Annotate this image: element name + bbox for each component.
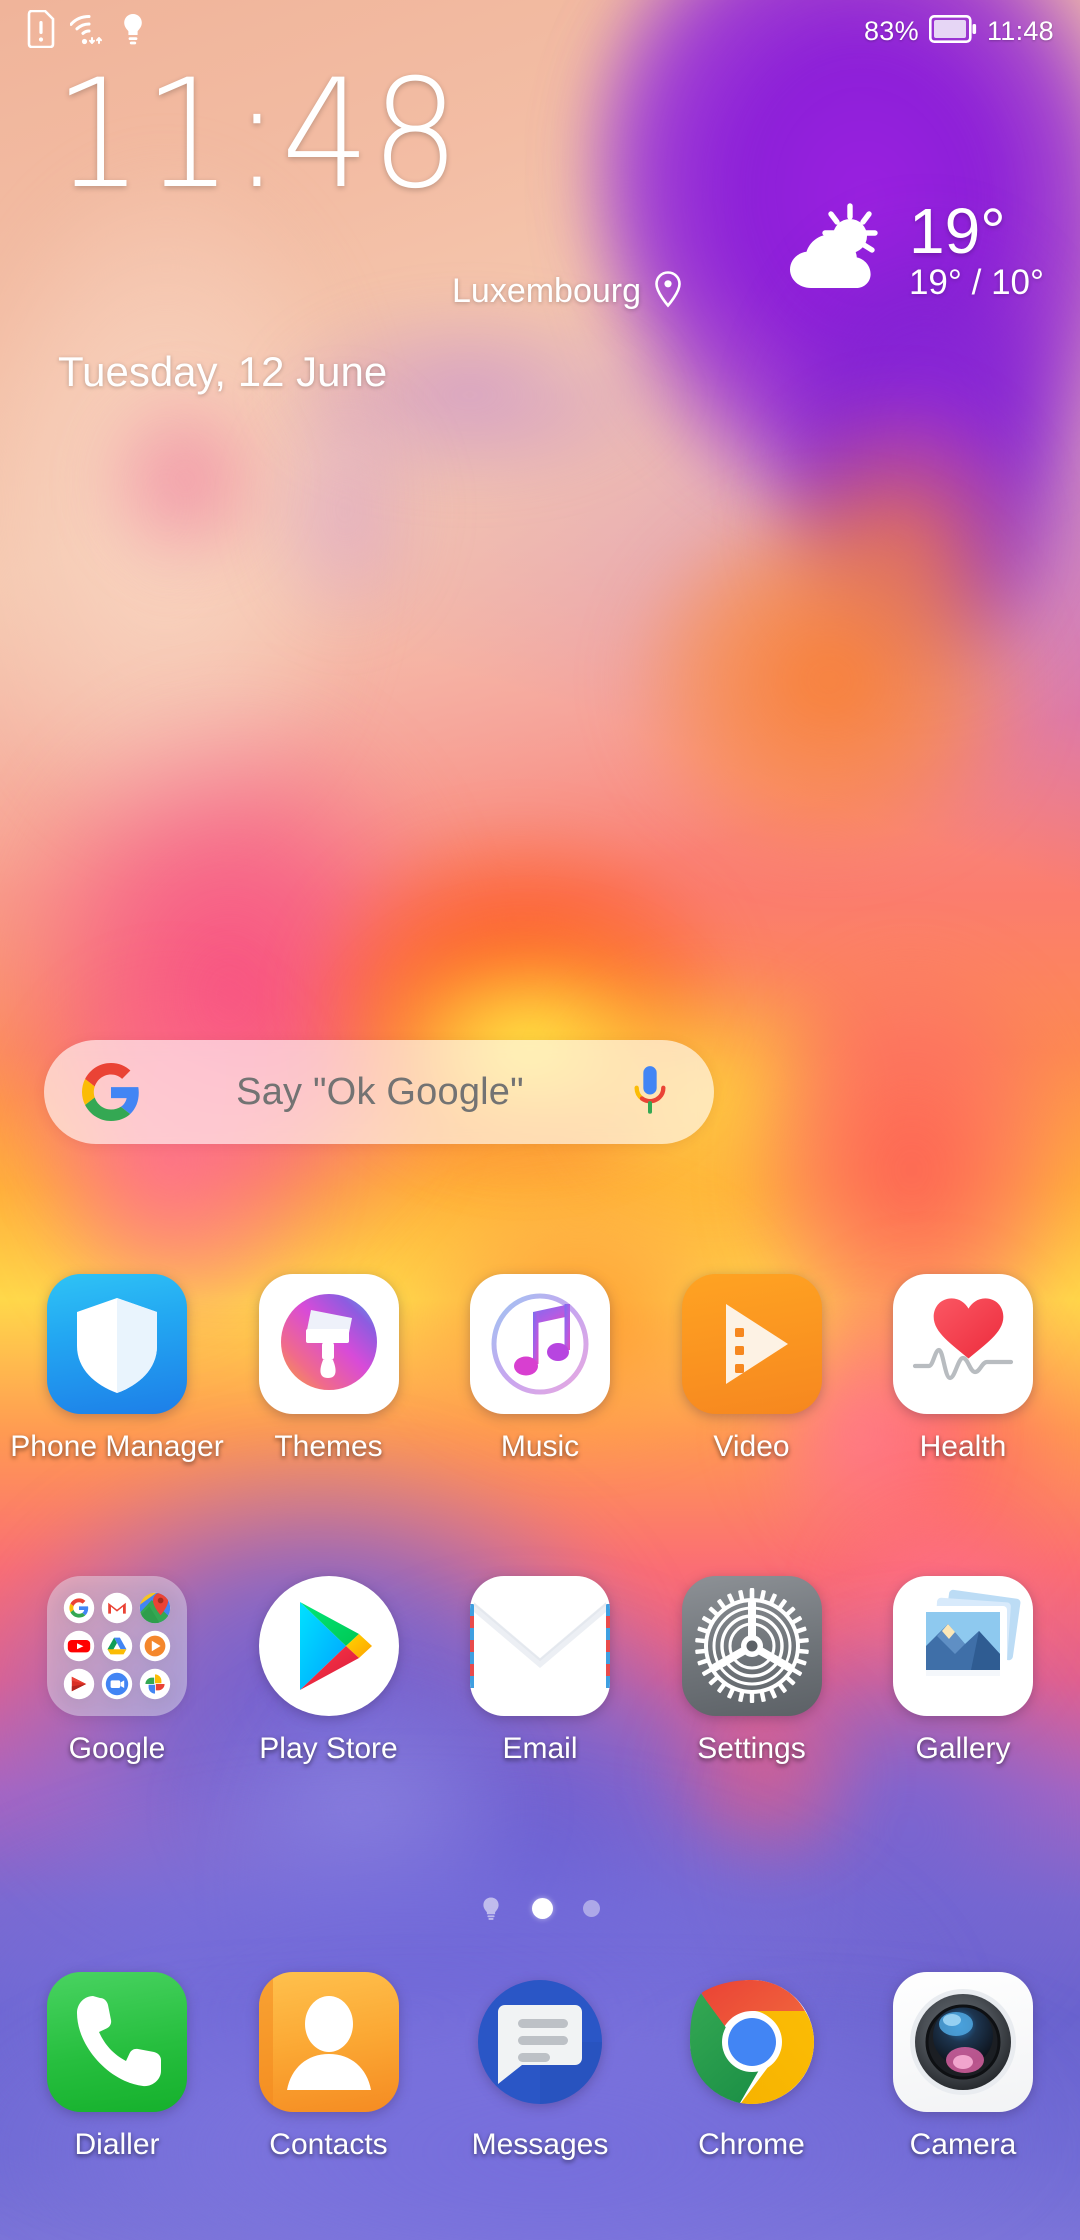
- google-folder-icon: [47, 1576, 187, 1716]
- app-label: Music: [500, 1430, 580, 1463]
- app-music[interactable]: Music: [441, 1274, 639, 1464]
- duo-icon: [101, 1668, 133, 1700]
- play-store-icon: [258, 1576, 399, 1716]
- settings-icon: [681, 1576, 822, 1716]
- status-bar-left: [26, 9, 144, 53]
- app-label: Dialler: [74, 2128, 160, 2161]
- widget-clock-time[interactable]: 11:48: [54, 60, 461, 210]
- chrome-icon: [682, 1972, 822, 2112]
- partly-cloudy-icon: [775, 200, 899, 301]
- photos-icon: [139, 1668, 171, 1700]
- app-play-store[interactable]: Play Store: [230, 1576, 428, 1766]
- app-label: Email: [502, 1732, 578, 1765]
- sim-missing-icon: [26, 9, 56, 53]
- app-chrome[interactable]: Chrome: [653, 1972, 851, 2162]
- gmail-icon: [101, 1592, 133, 1624]
- app-contacts[interactable]: Contacts: [230, 1972, 428, 2162]
- home-app-row-2: Google Play Store Email Settings Gallery: [0, 1576, 1080, 1766]
- status-bar[interactable]: 83% 11:48: [0, 0, 1080, 62]
- clock-row: 11:48 Luxembourg Tuesday, 12 June: [0, 60, 1080, 395]
- widget-city[interactable]: Luxembourg: [452, 270, 683, 313]
- email-icon: [470, 1576, 610, 1716]
- app-themes[interactable]: Themes: [230, 1274, 428, 1464]
- app-label: Video: [713, 1430, 790, 1463]
- dialler-icon: [47, 1972, 187, 2112]
- app-gallery[interactable]: Gallery: [864, 1576, 1062, 1766]
- wifi-icon: [69, 12, 108, 51]
- app-label: Settings: [697, 1732, 806, 1765]
- battery-percent: 83%: [863, 15, 919, 46]
- app-label: Camera: [909, 2128, 1017, 2161]
- drive-icon: [101, 1630, 133, 1662]
- app-label: Health: [919, 1430, 1007, 1463]
- app-label: Chrome: [698, 2128, 805, 2161]
- location-pin-icon: [653, 270, 683, 313]
- app-label: Themes: [274, 1430, 383, 1463]
- gallery-icon: [893, 1576, 1033, 1716]
- app-email[interactable]: Email: [441, 1576, 639, 1766]
- tips-page-dot-icon[interactable]: [480, 1896, 502, 1920]
- weather-block[interactable]: 19° 19° / 10°: [775, 195, 1044, 304]
- messages-icon: [470, 1972, 610, 2112]
- app-phone-manager[interactable]: Phone Manager: [10, 1274, 224, 1464]
- page-dot-active[interactable]: [532, 1897, 553, 1919]
- google-mic-icon[interactable]: [630, 1063, 670, 1121]
- app-label: Gallery: [915, 1732, 1011, 1765]
- app-label: Phone Manager: [10, 1430, 224, 1463]
- widget-date: Tuesday, 12 June: [58, 348, 388, 395]
- status-bar-clock: 11:48: [986, 15, 1054, 46]
- app-label: Contacts: [269, 2128, 388, 2161]
- app-camera[interactable]: Camera: [864, 1972, 1062, 2162]
- home-app-row-1: Phone Manager Themes Music Video Health: [0, 1274, 1080, 1464]
- weather-current-temp: 19°: [908, 195, 1006, 267]
- battery-icon: [928, 14, 977, 48]
- tips-bulb-icon: [122, 12, 144, 51]
- phone-manager-icon: [47, 1274, 187, 1414]
- app-dialler[interactable]: Dialler: [18, 1972, 216, 2162]
- play-music-icon: [139, 1630, 171, 1662]
- play-movies-icon: [63, 1668, 95, 1700]
- video-icon: [681, 1274, 822, 1414]
- youtube-icon: [63, 1630, 95, 1662]
- page-indicator[interactable]: [0, 1896, 1080, 1920]
- app-health[interactable]: Health: [864, 1274, 1062, 1464]
- app-settings[interactable]: Settings: [653, 1576, 851, 1766]
- health-icon: [893, 1274, 1033, 1414]
- app-messages[interactable]: Messages: [441, 1972, 639, 2162]
- app-label: Play Store: [259, 1732, 398, 1765]
- dock: Dialler Contacts Messages Chrome Camera: [0, 1972, 1080, 2162]
- search-placeholder: Say "Ok Google": [236, 1070, 524, 1113]
- google-search-icon: [63, 1592, 95, 1624]
- themes-icon: [258, 1274, 399, 1414]
- app-label: Google: [68, 1732, 166, 1765]
- app-video[interactable]: Video: [653, 1274, 851, 1464]
- status-bar-right: 83% 11:48: [863, 14, 1054, 48]
- widget-city-label: Luxembourg: [452, 272, 642, 310]
- app-google-folder[interactable]: Google: [18, 1576, 216, 1766]
- camera-icon: [893, 1972, 1033, 2112]
- folder-mini-grid: [61, 1590, 173, 1702]
- page-dot[interactable]: [583, 1899, 600, 1917]
- contacts-icon: [258, 1972, 399, 2112]
- maps-icon: [139, 1592, 171, 1624]
- app-label: Messages: [471, 2128, 609, 2161]
- google-search-bar[interactable]: Say "Ok Google": [44, 1040, 714, 1144]
- weather-range: 19° / 10°: [908, 263, 1044, 302]
- music-icon: [470, 1274, 610, 1414]
- clock-weather-widget[interactable]: 11:48 Luxembourg Tuesday, 12 June 19° 19…: [0, 60, 1080, 395]
- weather-temperatures: 19° 19° / 10°: [908, 195, 1044, 304]
